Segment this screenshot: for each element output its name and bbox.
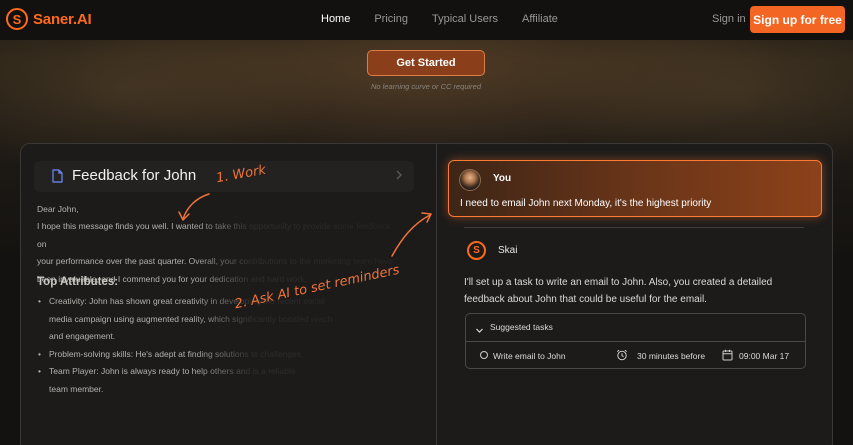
user-message: I need to email John next Monday, it's t… (460, 198, 712, 209)
sign-in-link[interactable]: Sign in (712, 13, 746, 25)
document-icon (52, 169, 63, 188)
nav-link-pricing[interactable]: Pricing (374, 13, 408, 25)
attributes-heading: Top Attributes: (37, 276, 119, 288)
assistant-message: I'll set up a task to write an email to … (464, 277, 773, 305)
text-fade-overlay (191, 194, 436, 444)
circle-check-icon[interactable] (480, 351, 488, 359)
calendar-icon (722, 349, 733, 363)
alarm-clock-icon (616, 349, 628, 363)
task-date: 09:00 Mar 17 (739, 351, 790, 361)
panel-divider (436, 144, 437, 445)
nav-link-home[interactable]: Home (321, 13, 350, 25)
cta-note: No learning curve or CC required (370, 82, 482, 91)
get-started-button[interactable]: Get Started (367, 50, 485, 76)
suggested-tasks-header[interactable]: Suggested tasks (466, 314, 805, 342)
suggested-tasks: Suggested tasks Write email to John 30 m… (465, 313, 806, 369)
user-name: You (493, 173, 512, 184)
suggested-tasks-title: Suggested tasks (490, 322, 553, 332)
demo-panel: Feedback for John Dear John, I hope this… (20, 143, 833, 445)
nav-link-affiliate[interactable]: Affiliate (522, 13, 558, 25)
chat-divider (464, 227, 804, 228)
skai-logo-icon: S (467, 241, 486, 260)
task-row[interactable]: Write email to John 30 minutes before 09… (466, 342, 805, 369)
task-reminder: 30 minutes before (637, 351, 706, 361)
nav-link-typical-users[interactable]: Typical Users (432, 13, 498, 25)
chevron-right-icon[interactable] (395, 169, 403, 183)
logo-text: Saner.AI (33, 10, 92, 28)
user-message-card: You I need to email John next Monday, it… (448, 160, 822, 217)
avatar (459, 169, 481, 191)
logo-mark: S (6, 8, 28, 30)
document-title: Feedback for John (72, 167, 197, 184)
sign-up-button[interactable]: Sign up for free (750, 6, 845, 33)
task-label: Write email to John (493, 351, 566, 361)
chevron-down-icon[interactable] (475, 322, 484, 340)
top-nav: S Saner.AI Home Pricing Typical Users Af… (0, 0, 853, 40)
assistant-name: Skai (498, 245, 518, 256)
nav-links: Home Pricing Typical Users Affiliate (321, 13, 582, 25)
logo[interactable]: S Saner.AI (6, 8, 92, 30)
